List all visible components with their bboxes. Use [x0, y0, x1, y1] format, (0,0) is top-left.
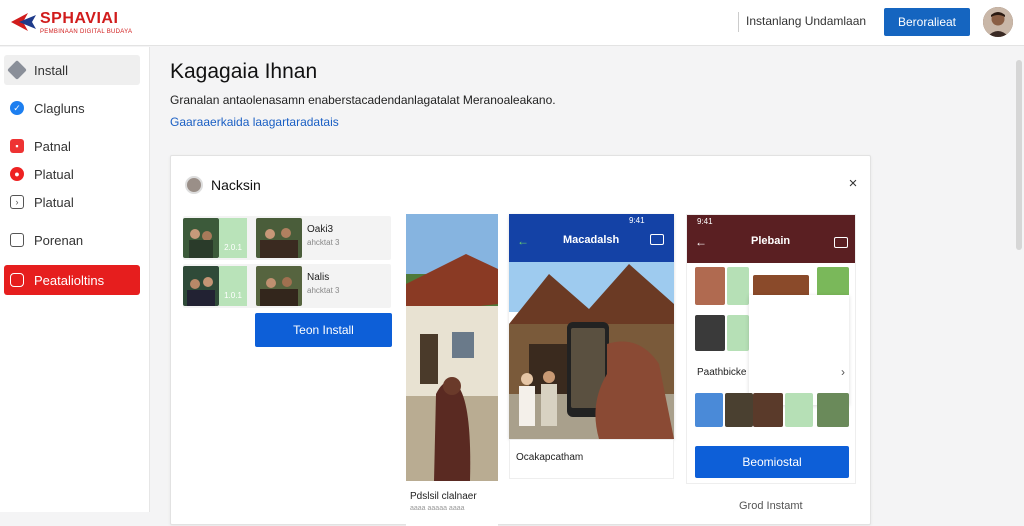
sidebar-item-peatalioltins[interactable]: Peatalioltins [4, 265, 140, 295]
photo-thumb[interactable] [753, 393, 783, 427]
app-title: Nalis [307, 272, 330, 283]
app-row[interactable]: 2.0.1 Oaki3 ahcktat 3 [183, 216, 391, 260]
photo-caption-area: Pdslsil clalnaer aaaa aaaaa aaaa [406, 481, 498, 526]
sidebar-item-label: Peatalioltins [34, 272, 105, 288]
status-bar-time: 9:41 [697, 217, 713, 226]
gallery-icon[interactable] [834, 237, 848, 248]
app-subtitle: ahcktat 3 [307, 238, 340, 247]
top-bar: SPHAVIAI PEMBINAAN DIGITAL BUDAYA Instan… [0, 0, 1024, 46]
back-arrow-icon[interactable]: ← [695, 235, 707, 249]
header-link[interactable]: Instanlang Undamlaan [746, 14, 866, 28]
secondary-link[interactable]: Grod Instamt [739, 500, 803, 512]
app-screenshot [256, 218, 302, 258]
sidebar-item-label: Patnal [34, 138, 71, 154]
sidebar: Install ✓ Clagluns ▪ Patnal ● Platual › … [0, 47, 150, 512]
page-title: Kagagaia Ihnan [170, 60, 318, 83]
chevron-right-icon[interactable]: › [841, 365, 845, 379]
close-icon[interactable]: × [845, 176, 861, 192]
preview-card: Nacksin × 2.0.1 Oaki3 ahcktat 3 1.0.1 Na… [170, 155, 871, 526]
sidebar-item-patnal[interactable]: ▪ Patnal [4, 131, 140, 161]
avatar-icon [983, 7, 1013, 37]
building-photo [406, 214, 498, 481]
sidebar-item-label: Porenan [34, 232, 84, 248]
photo-thumb[interactable] [727, 267, 749, 305]
card-title: Nacksin [211, 177, 261, 193]
square-icon [10, 233, 24, 247]
app-thumbnail [183, 218, 219, 258]
photo-caption-sub: aaaa aaaaa aaaa [410, 505, 465, 512]
sidebar-item-label: Platual [34, 194, 74, 210]
popup-panel [749, 295, 849, 405]
primary-install-button[interactable]: Beomiostal [695, 446, 849, 478]
install-button[interactable]: Teon Install [255, 313, 392, 347]
gallery-icon[interactable] [650, 234, 664, 245]
status-bar-time: 9:41 [629, 216, 645, 225]
photo-thumb[interactable] [695, 393, 723, 427]
logo-text: SPHAVIAI [40, 10, 119, 27]
sidebar-item-platual-1[interactable]: ● Platual [4, 159, 140, 189]
photo-thumb[interactable] [695, 267, 725, 305]
app-title: Oaki3 [307, 224, 334, 235]
sidebar-item-porenan[interactable]: Porenan [4, 225, 140, 255]
app-row[interactable]: 1.0.1 Nalis ahcktat 3 [183, 264, 391, 308]
chat-icon [10, 273, 24, 287]
version-badge: 1.0.1 [219, 266, 247, 306]
app-subtitle: ahcktat 3 [307, 286, 340, 295]
phone-caption-area: Ocakapcatham [509, 439, 674, 479]
row-label: Paathbicke [697, 367, 747, 378]
header-divider [738, 12, 739, 32]
photo-thumb[interactable] [727, 315, 749, 351]
tag-icon [7, 60, 27, 80]
photo-thumb[interactable] [725, 393, 753, 427]
logo-mark-icon [11, 13, 36, 31]
logo-subtitle: PEMBINAAN DIGITAL BUDAYA [40, 29, 133, 35]
box-icon: ▪ [10, 139, 24, 153]
photo-thumb[interactable] [753, 275, 809, 297]
sidebar-item-platual-2[interactable]: › Platual [4, 187, 140, 217]
bird-icon: ✓ [10, 101, 24, 115]
scrollbar[interactable] [1016, 60, 1022, 250]
user-avatar[interactable] [983, 7, 1013, 37]
sidebar-item-label: Platual [34, 166, 74, 182]
sidebar-item-label: Install [34, 62, 68, 78]
photo-thumb[interactable] [817, 393, 849, 427]
mail-icon: › [10, 195, 24, 209]
app-logo[interactable]: SPHAVIAI PEMBINAAN DIGITAL BUDAYA [10, 9, 140, 39]
photo-thumb[interactable] [785, 393, 813, 427]
sidebar-item-install[interactable]: Install [4, 55, 140, 85]
sidebar-item-label: Clagluns [34, 100, 85, 116]
phone-mockup-1: 9:41 ← Macadalsh [509, 214, 674, 439]
app-screenshot [256, 266, 302, 306]
phone-nav-title: Plebain [751, 235, 791, 247]
circle-icon: ● [10, 167, 24, 181]
back-arrow-icon[interactable]: ← [517, 234, 529, 248]
sidebar-item-clagluns[interactable]: ✓ Clagluns [4, 93, 140, 123]
phone-mockup-2: 9:41 ← Plebain Paathbicke › [686, 214, 856, 484]
photo-thumb[interactable] [695, 315, 725, 351]
page-link[interactable]: Gaaraaerkaida laagartaradatais [170, 115, 339, 129]
card-avatar-icon [185, 176, 203, 194]
phone-nav-title: Macadalsh [563, 234, 620, 246]
page-description: Granalan antaolenasamn enaberstacadendan… [170, 93, 556, 107]
version-badge: 2.0.1 [219, 218, 247, 258]
app-thumbnail [183, 266, 219, 306]
header-primary-button[interactable]: Beroralieat [884, 8, 970, 36]
phone-caption: Ocakapcatham [516, 452, 584, 463]
photo-caption: Pdslsil clalnaer [410, 491, 477, 502]
